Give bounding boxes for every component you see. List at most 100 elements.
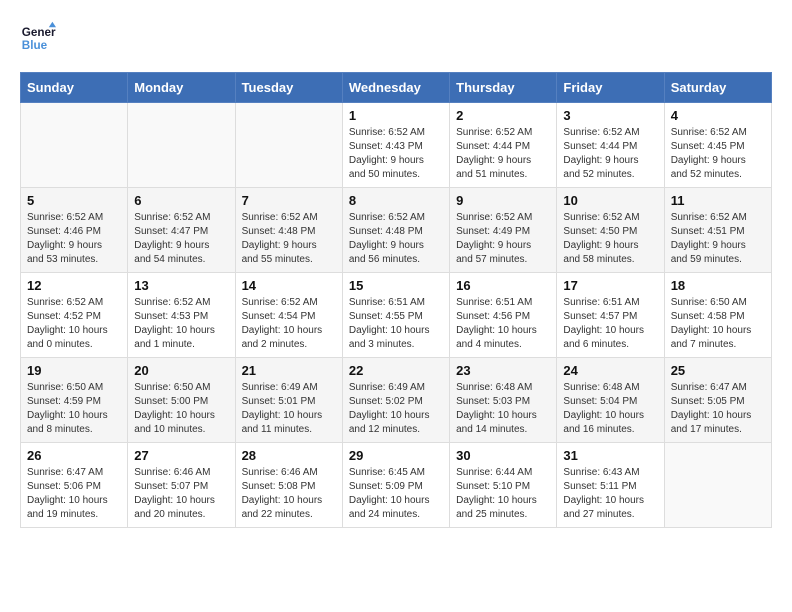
day-info: Sunrise: 6:50 AM Sunset: 4:58 PM Dayligh… [671, 296, 765, 352]
calendar-cell: 4 Sunrise: 6:52 AM Sunset: 4:45 PM Daylig… [664, 103, 771, 188]
day-number: 11 [671, 193, 765, 208]
day-number: 19 [27, 363, 121, 378]
day-info: Sunrise: 6:52 AM Sunset: 4:50 PM Dayligh… [563, 211, 657, 267]
day-info: Sunrise: 6:43 AM Sunset: 5:11 PM Dayligh… [563, 466, 657, 522]
weekday-header: Monday [128, 73, 235, 103]
day-number: 20 [134, 363, 228, 378]
day-number: 5 [27, 193, 121, 208]
day-number: 13 [134, 278, 228, 293]
calendar-cell: 17 Sunrise: 6:51 AM Sunset: 4:57 PM Dayli… [557, 273, 664, 358]
day-number: 27 [134, 448, 228, 463]
calendar-week-row: 5 Sunrise: 6:52 AM Sunset: 4:46 PM Daylig… [21, 188, 772, 273]
day-number: 15 [349, 278, 443, 293]
day-info: Sunrise: 6:47 AM Sunset: 5:06 PM Dayligh… [27, 466, 121, 522]
calendar-cell: 30 Sunrise: 6:44 AM Sunset: 5:10 PM Dayli… [450, 443, 557, 528]
day-info: Sunrise: 6:52 AM Sunset: 4:54 PM Dayligh… [242, 296, 336, 352]
calendar-cell: 22 Sunrise: 6:49 AM Sunset: 5:02 PM Dayli… [342, 358, 449, 443]
calendar-cell: 3 Sunrise: 6:52 AM Sunset: 4:44 PM Daylig… [557, 103, 664, 188]
calendar-cell: 13Sunrise: 6:52 AM Sunset: 4:53 PM Dayli… [128, 273, 235, 358]
page-header: General Blue [20, 20, 772, 56]
calendar-cell: 21Sunrise: 6:49 AM Sunset: 5:01 PM Dayli… [235, 358, 342, 443]
day-number: 31 [563, 448, 657, 463]
day-info: Sunrise: 6:51 AM Sunset: 4:57 PM Dayligh… [563, 296, 657, 352]
day-number: 22 [349, 363, 443, 378]
day-info: Sunrise: 6:52 AM Sunset: 4:48 PM Dayligh… [349, 211, 443, 267]
day-info: Sunrise: 6:49 AM Sunset: 5:01 PM Dayligh… [242, 381, 336, 437]
weekday-header: Sunday [21, 73, 128, 103]
day-number: 28 [242, 448, 336, 463]
day-number: 6 [134, 193, 228, 208]
day-info: Sunrise: 6:51 AM Sunset: 4:55 PM Dayligh… [349, 296, 443, 352]
day-number: 8 [349, 193, 443, 208]
day-info: Sunrise: 6:48 AM Sunset: 5:03 PM Dayligh… [456, 381, 550, 437]
day-number: 9 [456, 193, 550, 208]
calendar-cell: 18 Sunrise: 6:50 AM Sunset: 4:58 PM Dayli… [664, 273, 771, 358]
calendar-cell: 10 Sunrise: 6:52 AM Sunset: 4:50 PM Dayli… [557, 188, 664, 273]
calendar-cell [235, 103, 342, 188]
day-info: Sunrise: 6:48 AM Sunset: 5:04 PM Dayligh… [563, 381, 657, 437]
calendar-cell: 5 Sunrise: 6:52 AM Sunset: 4:46 PM Daylig… [21, 188, 128, 273]
calendar-cell: 11 Sunrise: 6:52 AM Sunset: 4:51 PM Dayli… [664, 188, 771, 273]
day-info: Sunrise: 6:51 AM Sunset: 4:56 PM Dayligh… [456, 296, 550, 352]
day-number: 17 [563, 278, 657, 293]
calendar-cell: 25 Sunrise: 6:47 AM Sunset: 5:05 PM Dayli… [664, 358, 771, 443]
day-number: 25 [671, 363, 765, 378]
day-number: 12 [27, 278, 121, 293]
day-number: 29 [349, 448, 443, 463]
logo: General Blue [20, 20, 60, 56]
calendar-week-row: 12 Sunrise: 6:52 AM Sunset: 4:52 PM Dayli… [21, 273, 772, 358]
day-number: 16 [456, 278, 550, 293]
day-info: Sunrise: 6:52 AM Sunset: 4:43 PM Dayligh… [349, 126, 443, 182]
day-info: Sunrise: 6:52 AM Sunset: 4:52 PM Dayligh… [27, 296, 121, 352]
day-info: Sunrise: 6:52 AM Sunset: 4:46 PM Dayligh… [27, 211, 121, 267]
day-number: 2 [456, 108, 550, 123]
calendar-cell: 26 Sunrise: 6:47 AM Sunset: 5:06 PM Dayli… [21, 443, 128, 528]
day-number: 7 [242, 193, 336, 208]
calendar-week-row: 26 Sunrise: 6:47 AM Sunset: 5:06 PM Dayli… [21, 443, 772, 528]
calendar-cell: 12 Sunrise: 6:52 AM Sunset: 4:52 PM Dayli… [21, 273, 128, 358]
calendar-cell: 23Sunrise: 6:48 AM Sunset: 5:03 PM Dayli… [450, 358, 557, 443]
weekday-header: Saturday [664, 73, 771, 103]
calendar-cell: 1 Sunrise: 6:52 AM Sunset: 4:43 PM Daylig… [342, 103, 449, 188]
calendar-cell [21, 103, 128, 188]
day-info: Sunrise: 6:46 AM Sunset: 5:08 PM Dayligh… [242, 466, 336, 522]
calendar-cell: 15 Sunrise: 6:51 AM Sunset: 4:55 PM Dayli… [342, 273, 449, 358]
day-info: Sunrise: 6:52 AM Sunset: 4:44 PM Dayligh… [456, 126, 550, 182]
calendar-cell: 19 Sunrise: 6:50 AM Sunset: 4:59 PM Dayli… [21, 358, 128, 443]
calendar-cell: 27 Sunrise: 6:46 AM Sunset: 5:07 PM Dayli… [128, 443, 235, 528]
day-info: Sunrise: 6:50 AM Sunset: 4:59 PM Dayligh… [27, 381, 121, 437]
day-info: Sunrise: 6:52 AM Sunset: 4:49 PM Dayligh… [456, 211, 550, 267]
calendar-cell: 2 Sunrise: 6:52 AM Sunset: 4:44 PM Daylig… [450, 103, 557, 188]
weekday-header: Thursday [450, 73, 557, 103]
day-number: 24 [563, 363, 657, 378]
day-number: 1 [349, 108, 443, 123]
calendar-cell: 16 Sunrise: 6:51 AM Sunset: 4:56 PM Dayli… [450, 273, 557, 358]
day-info: Sunrise: 6:49 AM Sunset: 5:02 PM Dayligh… [349, 381, 443, 437]
day-number: 10 [563, 193, 657, 208]
day-info: Sunrise: 6:44 AM Sunset: 5:10 PM Dayligh… [456, 466, 550, 522]
day-info: Sunrise: 6:46 AM Sunset: 5:07 PM Dayligh… [134, 466, 228, 522]
day-number: 3 [563, 108, 657, 123]
calendar-week-row: 19 Sunrise: 6:50 AM Sunset: 4:59 PM Dayli… [21, 358, 772, 443]
calendar-cell: 31 Sunrise: 6:43 AM Sunset: 5:11 PM Dayli… [557, 443, 664, 528]
day-info: Sunrise: 6:45 AM Sunset: 5:09 PM Dayligh… [349, 466, 443, 522]
day-number: 18 [671, 278, 765, 293]
day-number: 26 [27, 448, 121, 463]
calendar-header-row: SundayMondayTuesdayWednesdayThursdayFrid… [21, 73, 772, 103]
calendar-cell: 24 Sunrise: 6:48 AM Sunset: 5:04 PM Dayli… [557, 358, 664, 443]
weekday-header: Tuesday [235, 73, 342, 103]
day-info: Sunrise: 6:52 AM Sunset: 4:44 PM Dayligh… [563, 126, 657, 182]
calendar-cell: 8 Sunrise: 6:52 AM Sunset: 4:48 PM Daylig… [342, 188, 449, 273]
day-info: Sunrise: 6:52 AM Sunset: 4:45 PM Dayligh… [671, 126, 765, 182]
day-info: Sunrise: 6:52 AM Sunset: 4:47 PM Dayligh… [134, 211, 228, 267]
day-info: Sunrise: 6:47 AM Sunset: 5:05 PM Dayligh… [671, 381, 765, 437]
day-number: 14 [242, 278, 336, 293]
day-number: 4 [671, 108, 765, 123]
calendar-cell [664, 443, 771, 528]
calendar-cell: 7Sunrise: 6:52 AM Sunset: 4:48 PM Daylig… [235, 188, 342, 273]
calendar-cell: 9 Sunrise: 6:52 AM Sunset: 4:49 PM Daylig… [450, 188, 557, 273]
calendar-table: SundayMondayTuesdayWednesdayThursdayFrid… [20, 72, 772, 528]
day-info: Sunrise: 6:52 AM Sunset: 4:51 PM Dayligh… [671, 211, 765, 267]
day-number: 30 [456, 448, 550, 463]
calendar-cell: 6 Sunrise: 6:52 AM Sunset: 4:47 PM Daylig… [128, 188, 235, 273]
